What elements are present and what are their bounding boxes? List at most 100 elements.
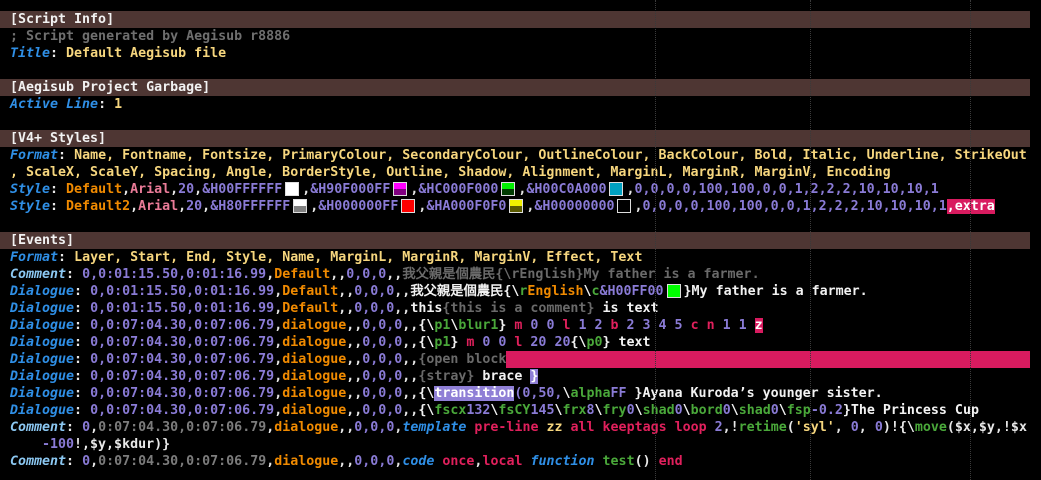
script-line[interactable]: Dialogue: 0,0:07:04.30,0:07:06.79,dialog… — [0, 402, 1041, 419]
punctuation: , — [274, 284, 283, 299]
color-swatch-icon[interactable] — [666, 284, 681, 298]
punctuation: ,, — [402, 335, 419, 350]
number: 20 — [178, 182, 195, 197]
number: 0 — [850, 420, 859, 435]
punctuation: , — [170, 182, 179, 197]
punctuation: ,, — [346, 352, 363, 367]
text: [Aegisub Project Garbage] — [10, 80, 211, 95]
brace-highlight: } — [530, 369, 539, 384]
number: 0,0,0 — [354, 301, 395, 316]
number: 0 — [722, 403, 731, 418]
script-line[interactable]: Active Line: 1 — [0, 96, 1041, 113]
script-line[interactable]: Title: Default Aegisub file — [0, 45, 1041, 62]
script-line[interactable] — [0, 215, 1041, 232]
error-highlight: z — [754, 318, 763, 333]
script-line[interactable]: Style: Default2,Arial,20,&H80FFFFFF ,&H00… — [0, 198, 1041, 215]
color-swatch-icon[interactable] — [509, 199, 524, 213]
script-line[interactable] — [0, 113, 1041, 130]
punctuation — [562, 420, 570, 435]
number: 145 — [530, 403, 555, 418]
script-line[interactable] — [0, 62, 1041, 79]
style-name: dialogue — [282, 386, 347, 401]
number: 20 — [186, 199, 203, 214]
section-header[interactable]: [Script Info] — [0, 11, 1030, 28]
field-value: Layer, Start, End, Style, Name, MarginL,… — [74, 250, 643, 265]
text: } — [498, 318, 515, 333]
punctuation: ,, — [346, 335, 363, 350]
text: [Script Info] — [10, 12, 115, 27]
color-swatch-icon[interactable] — [393, 182, 408, 196]
punctuation: : — [66, 454, 83, 469]
script-line[interactable]: Dialogue: 0,0:07:04.30,0:07:06.79,dialog… — [0, 385, 1041, 402]
drawing-command: loop — [674, 420, 707, 435]
script-line[interactable]: Comment: 0,0:07:04.30,0:07:06.79,dialogu… — [0, 419, 1041, 436]
text: \ — [594, 403, 603, 418]
script-line[interactable]: Dialogue: 0,0:07:04.30,0:07:06.79,dialog… — [0, 351, 1041, 368]
number: &H00000000 — [534, 199, 615, 214]
override-tag: p1 — [434, 335, 451, 350]
punctuation — [595, 454, 603, 469]
script-line[interactable]: ; Script generated by Aegisub r8886 — [0, 28, 1041, 45]
script-line[interactable]: Comment: 0,0:01:15.50,0:01:16.99,Default… — [0, 266, 1041, 283]
override-tag: fscx — [434, 403, 467, 418]
script-line[interactable]: Format: Name, Fontname, Fontsize, Primar… — [0, 147, 1041, 164]
timestamp: 0:07:04.30,0:07:06.79 — [98, 420, 267, 435]
style-name: dialogue — [282, 352, 347, 367]
section-header[interactable]: [V4+ Styles] — [0, 130, 1030, 147]
field-key: Style — [10, 182, 51, 197]
number: 0,0,0 — [346, 267, 387, 282]
punctuation: , — [274, 403, 283, 418]
color-swatch-icon[interactable] — [285, 182, 300, 196]
section-header[interactable]: [Events] — [0, 232, 1030, 249]
punctuation: : — [50, 182, 67, 197]
script-line[interactable]: Comment: 0,0:07:04.30,0:07:06.79,dialogu… — [0, 453, 1041, 470]
number: 0 — [770, 403, 779, 418]
punctuation: ,, — [394, 301, 411, 316]
text: \ — [634, 403, 643, 418]
script-line[interactable]: , ScaleX, ScaleY, Spacing, Angle, Border… — [0, 164, 1041, 181]
field-value: 'syl' — [794, 420, 835, 435]
style-name: dialogue — [282, 318, 347, 333]
punctuation: , — [122, 182, 131, 197]
script-line[interactable]: Dialogue: 0,0:07:04.30,0:07:06.79,dialog… — [0, 368, 1041, 385]
number: 1 1 — [714, 318, 755, 333]
override-tag: p1 — [434, 318, 451, 333]
field-value: Name, Fontname, Fontsize, PrimaryColour,… — [74, 148, 1027, 163]
override-tag: shad — [738, 403, 771, 418]
field-value: Default Aegisub file — [66, 46, 227, 61]
script-line[interactable]: Dialogue: 0,0:07:04.30,0:07:06.79,dialog… — [0, 334, 1041, 351]
text: {\ — [418, 386, 435, 401]
number: 0 — [82, 420, 91, 435]
drawing-command: end — [658, 454, 683, 469]
punctuation: : — [74, 301, 91, 316]
number: 0,0,0 — [362, 318, 403, 333]
ass-script-editor[interactable]: [Script Info] ; Script generated by Aegis… — [0, 11, 1041, 470]
drawing-command: local — [482, 454, 523, 469]
punctuation: , — [834, 420, 851, 435]
script-line[interactable]: Dialogue: 0,0:01:15.50,0:01:16.99,Defaul… — [0, 300, 1041, 317]
number: 0,0:01:15.50,0:01:16.99 — [90, 301, 275, 316]
section-header[interactable]: [Aegisub Project Garbage] — [0, 79, 1030, 96]
punctuation: , — [274, 318, 283, 333]
script-line[interactable]: Dialogue: 0,0:01:15.50,0:01:16.99,Defaul… — [0, 283, 1041, 300]
text: {\ — [570, 335, 587, 350]
color-swatch-icon[interactable] — [617, 199, 632, 213]
color-swatch-icon[interactable] — [401, 199, 416, 213]
field-key: Dialogue — [10, 352, 75, 367]
comment-block: 我父親是個農民{\rEnglish}My father is a farmer. — [402, 267, 760, 282]
color-swatch-icon[interactable] — [609, 182, 624, 196]
script-line[interactable]: -100!,$y,$kdur)} — [0, 436, 1041, 453]
punctuation: : — [50, 199, 67, 214]
script-line[interactable]: Dialogue: 0,0:07:04.30,0:07:06.79,dialog… — [0, 317, 1041, 334]
text: }Ayana Kuroda’s younger sister. — [626, 386, 883, 401]
punctuation: ( — [786, 420, 795, 435]
number: 0,0:01:15.50,0:01:16.99 — [90, 284, 275, 299]
field-value: , ScaleX, ScaleY, Spacing, Angle, Border… — [10, 165, 891, 180]
script-line[interactable]: Style: Default,Arial,20,&H00FFFFFF ,&H90F… — [0, 181, 1041, 198]
color-swatch-icon[interactable] — [293, 199, 308, 213]
punctuation: : — [66, 267, 83, 282]
script-line[interactable]: Format: Layer, Start, End, Style, Name, … — [0, 249, 1041, 266]
punctuation: ,, — [346, 386, 363, 401]
number: 0,0,0 — [354, 420, 395, 435]
color-swatch-icon[interactable] — [501, 182, 516, 196]
